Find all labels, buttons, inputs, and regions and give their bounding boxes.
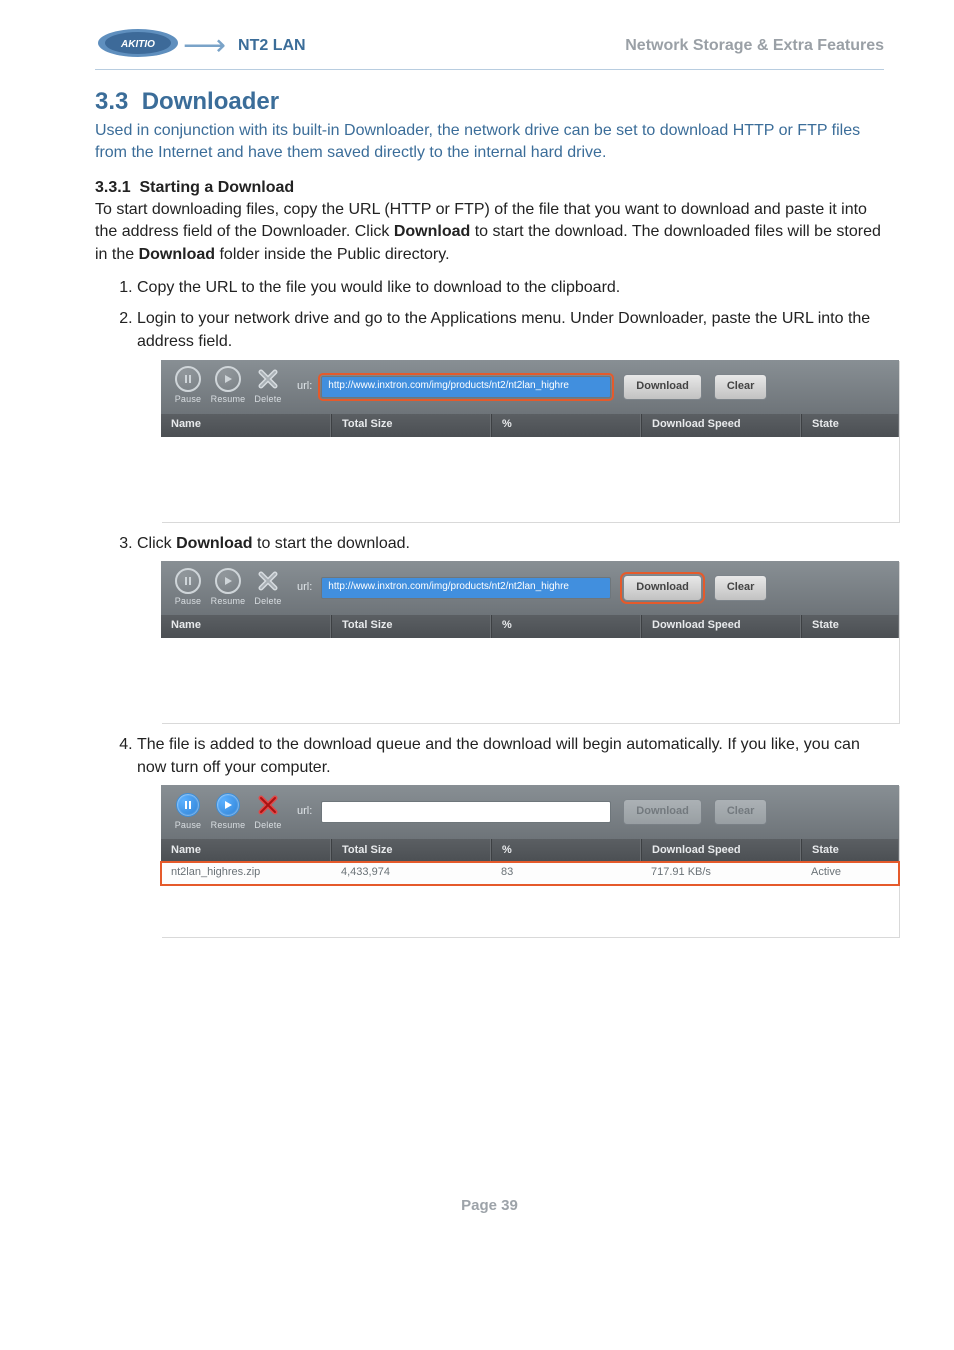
col-name: Name xyxy=(161,839,331,862)
url-input[interactable] xyxy=(321,801,611,823)
pause-button[interactable]: Pause xyxy=(171,366,205,406)
pause-button[interactable]: Pause xyxy=(171,568,205,608)
page-footer: Page 39 xyxy=(95,1197,884,1214)
download-button[interactable]: Download xyxy=(623,799,702,825)
col-total-size: Total Size xyxy=(331,615,491,638)
pause-icon xyxy=(176,793,200,817)
page-section-title: Network Storage & Extra Features xyxy=(625,37,884,55)
section-intro: Used in conjunction with its built-in Do… xyxy=(95,120,884,165)
download-button[interactable]: Download xyxy=(623,374,702,400)
col-state: State xyxy=(801,414,899,437)
col-speed: Download Speed xyxy=(641,414,801,437)
delete-button[interactable]: Delete xyxy=(251,366,285,406)
resume-button[interactable]: Resume xyxy=(211,568,245,608)
cell-percent: 83 xyxy=(491,865,641,881)
col-percent: % xyxy=(491,839,641,862)
url-label: url: xyxy=(297,379,312,395)
pause-icon xyxy=(175,568,201,594)
svg-text:AKITIO: AKITIO xyxy=(120,39,155,50)
top-rule xyxy=(95,69,884,70)
section-heading: 3.3 Downloader xyxy=(95,88,884,116)
delete-x-icon xyxy=(256,793,280,817)
cell-speed: 717.91 KB/s xyxy=(641,865,801,881)
delete-button[interactable]: Delete xyxy=(251,792,285,832)
downloader-screenshot-2: Pause Resume xyxy=(161,561,899,723)
cell-size: 4,433,974 xyxy=(331,865,491,881)
col-total-size: Total Size xyxy=(331,414,491,437)
clear-button[interactable]: Clear xyxy=(714,374,768,400)
table-body: nt2lan_highres.zip 4,433,974 83 717.91 K… xyxy=(161,862,899,937)
play-icon xyxy=(215,366,241,392)
col-state: State xyxy=(801,839,899,862)
downloader-screenshot-1: Pause Resume xyxy=(161,360,899,522)
resume-button[interactable]: Resume xyxy=(211,366,245,406)
product-name: NT2 LAN xyxy=(238,37,306,55)
url-label: url: xyxy=(297,580,312,596)
delete-button[interactable]: Delete xyxy=(251,568,285,608)
header-separator: ⟶ xyxy=(183,28,226,63)
play-icon xyxy=(216,793,240,817)
cell-name: nt2lan_highres.zip xyxy=(161,865,331,881)
url-label: url: xyxy=(297,804,312,820)
url-input[interactable]: http://www.inxtron.com/img/products/nt2/… xyxy=(321,376,611,398)
clear-button[interactable]: Clear xyxy=(714,575,768,601)
table-body-empty xyxy=(161,437,899,522)
table-header: Name Total Size % Download Speed State xyxy=(161,839,899,862)
subsection-heading: 3.3.1 Starting a Download xyxy=(95,179,884,197)
pause-icon xyxy=(175,366,201,392)
download-button[interactable]: Download xyxy=(623,575,702,601)
col-state: State xyxy=(801,615,899,638)
delete-x-icon xyxy=(256,367,280,391)
pause-button[interactable]: Pause xyxy=(171,792,205,832)
clear-button[interactable]: Clear xyxy=(714,799,768,825)
col-percent: % xyxy=(491,615,641,638)
table-body-empty xyxy=(161,638,899,723)
col-speed: Download Speed xyxy=(641,615,801,638)
url-input[interactable]: http://www.inxtron.com/img/products/nt2/… xyxy=(321,577,611,599)
col-speed: Download Speed xyxy=(641,839,801,862)
downloader-screenshot-3: Pause Resume xyxy=(161,785,899,937)
cell-state: Active xyxy=(801,865,899,881)
step-2: Login to your network drive and go to th… xyxy=(137,307,884,521)
step-1: Copy the URL to the file you would like … xyxy=(137,276,884,299)
table-header: Name Total Size % Download Speed State xyxy=(161,615,899,638)
delete-x-icon xyxy=(256,569,280,593)
akitio-logo: AKITIO xyxy=(95,32,181,60)
col-total-size: Total Size xyxy=(331,839,491,862)
table-header: Name Total Size % Download Speed State xyxy=(161,414,899,437)
col-name: Name xyxy=(161,615,331,638)
col-percent: % xyxy=(491,414,641,437)
table-row[interactable]: nt2lan_highres.zip 4,433,974 83 717.91 K… xyxy=(161,862,899,885)
subsection-paragraph: To start downloading files, copy the URL… xyxy=(95,199,884,266)
resume-button[interactable]: Resume xyxy=(211,792,245,832)
col-name: Name xyxy=(161,414,331,437)
step-4: The file is added to the download queue … xyxy=(137,733,884,937)
step-3: Click Download to start the download. Pa… xyxy=(137,532,884,723)
play-icon xyxy=(215,568,241,594)
